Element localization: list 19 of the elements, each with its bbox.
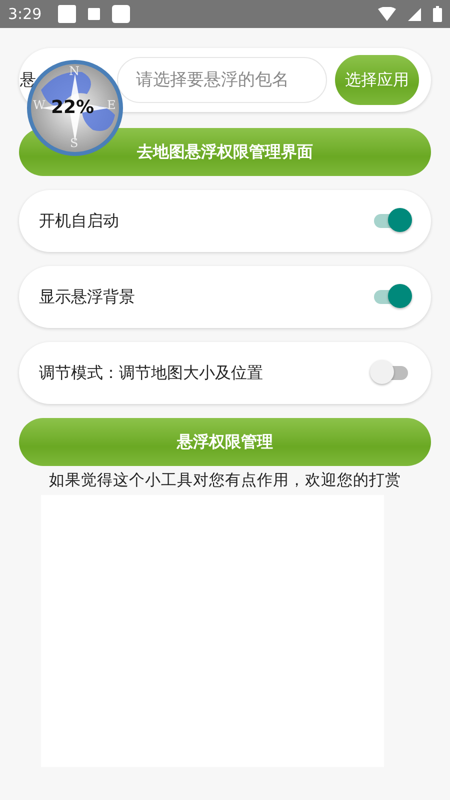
status-time: 3:29: [8, 5, 42, 23]
permission-button[interactable]: 悬浮权限管理: [19, 418, 431, 466]
compass-direction: W: [33, 98, 46, 112]
setting-label: 调节模式：调节地图大小及位置: [39, 362, 263, 384]
compass-direction: S: [70, 136, 78, 150]
battery-icon: [433, 6, 442, 22]
notification-icon: [112, 5, 130, 23]
signal-icon: [408, 8, 421, 20]
package-field[interactable]: 请选择要悬浮的包名: [117, 57, 327, 103]
setting-label: 开机自启动: [39, 210, 119, 232]
donate-text: 如果觉得这个小工具对您有点作用，欢迎您的打赏: [48, 470, 402, 491]
compass-direction: E: [107, 98, 116, 112]
compass-percent: 22%: [51, 97, 94, 119]
setting-label: 显示悬浮背景: [39, 286, 135, 308]
select-app-button[interactable]: 选择应用: [335, 55, 419, 105]
wifi-icon: [378, 7, 396, 21]
package-label: 悬: [20, 70, 36, 90]
notification-icon: [88, 8, 100, 20]
notification-icon: [58, 5, 76, 23]
